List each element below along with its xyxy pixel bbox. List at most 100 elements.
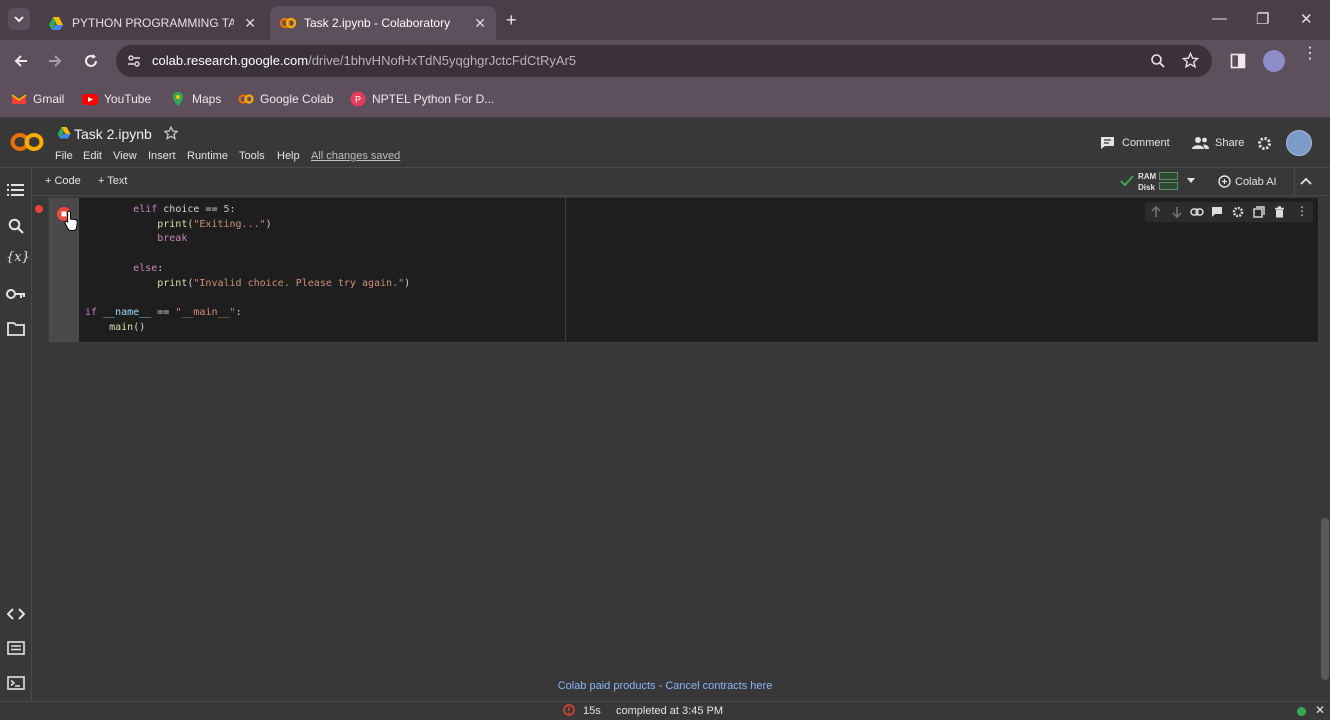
share-button[interactable]: Share [1192,136,1244,149]
resource-labels[interactable]: RAM Disk [1138,171,1156,193]
code-snippets-icon[interactable] [7,608,25,620]
cell-error-indicator [35,205,43,213]
youtube-icon [82,94,98,105]
comment-button[interactable]: Comment [1100,136,1170,150]
browser-menu-icon[interactable]: ⋮ [1302,46,1318,62]
tab-close-icon[interactable]: ✕ [474,15,486,32]
nptel-icon: P [350,91,366,107]
paid-products-link[interactable]: Colab paid products [558,680,656,692]
files-folder-icon[interactable] [7,321,25,336]
search-icon[interactable] [8,218,24,234]
cell-gutter [49,198,79,342]
reload-icon[interactable] [82,52,100,70]
comment-cell-icon[interactable] [1211,206,1223,218]
menu-edit[interactable]: Edit [83,150,102,162]
close-window-icon[interactable]: ✕ [1300,10,1313,28]
footer-separator: - [655,680,666,692]
tab-search-button[interactable] [8,8,30,30]
menu-runtime[interactable]: Runtime [187,150,228,162]
colab-favicon-icon [280,17,296,29]
error-circle-icon [563,704,575,716]
code-cell[interactable]: elif choice == 5: print("Exiting...") br… [48,197,1319,343]
star-icon[interactable] [164,126,178,140]
saved-status[interactable]: All changes saved [311,150,400,162]
bookmark-gmail[interactable]: Gmail [11,91,64,107]
zoom-icon[interactable] [1150,53,1166,69]
tab-close-icon[interactable]: ✕ [244,15,256,32]
menu-tools[interactable]: Tools [239,150,265,162]
notebook-scrollbar[interactable] [1321,518,1329,680]
status-bar: 15s completed at 3:45 PM ✕ [0,701,1330,720]
settings-gear-icon[interactable] [1257,136,1272,151]
menu-view[interactable]: View [113,150,137,162]
move-up-icon[interactable] [1151,206,1161,218]
bookmark-maps[interactable]: Maps [170,91,221,107]
side-panel-icon[interactable] [1230,53,1246,69]
chevron-down-icon [14,16,24,23]
link-icon[interactable] [1190,207,1204,217]
execution-duration[interactable]: 15s [583,705,601,717]
bookmarks-bar: Gmail YouTube Maps Google Colab P NPTEL … [0,82,1330,118]
menu-help[interactable]: Help [277,150,300,162]
bookmark-label: Google Colab [260,92,334,106]
variables-icon[interactable]: {x} [6,250,30,265]
more-actions-icon[interactable]: ⋮ [1296,204,1308,218]
url-path: /drive/1bhvHNofHxTdN5yqghgrJctcFdCtRyAr5 [308,53,577,68]
runtime-dropdown-icon[interactable] [1186,176,1196,184]
new-tab-button[interactable]: + [506,10,517,31]
url-text: colab.research.google.com/drive/1bhvHNof… [152,53,576,68]
maps-icon [173,92,183,106]
site-settings-icon[interactable] [126,53,142,69]
move-down-icon[interactable] [1172,206,1182,218]
browser-toolbar: colab.research.google.com/drive/1bhvHNof… [0,40,1330,82]
bookmark-nptel[interactable]: P NPTEL Python For D... [350,91,494,107]
colab-ai-icon [1218,175,1231,188]
restore-icon[interactable]: ❐ [1256,10,1269,28]
profile-avatar[interactable] [1263,50,1285,72]
people-icon [1192,137,1209,149]
minimize-icon[interactable]: — [1212,10,1227,27]
menu-file[interactable]: File [55,150,73,162]
google-drive-icon [49,17,63,30]
ram-label: RAM [1138,172,1157,181]
url-host: colab.research.google.com [152,53,309,68]
forward-icon[interactable] [46,52,64,70]
notebook-title[interactable]: Task 2.ipynb [74,126,152,142]
command-palette-icon[interactable] [7,641,25,655]
cell-settings-gear-icon[interactable] [1232,206,1244,218]
bookmark-label: YouTube [104,92,152,106]
footer-links: Colab paid products - Cancel contracts h… [0,680,1330,692]
completed-status[interactable]: completed at 3:45 PM [616,705,723,717]
connection-status-dot [1297,707,1306,716]
code-editor[interactable]: elif choice == 5: print("Exiting...") br… [85,203,410,335]
collapse-header-icon[interactable] [1300,177,1312,185]
close-status-icon[interactable]: ✕ [1315,703,1325,717]
tab-colaboratory[interactable]: Task 2.ipynb - Colaboratory ✕ [270,6,496,40]
toolbar-divider [1294,168,1295,196]
add-code-cell-button[interactable]: + Code [45,175,81,187]
bookmark-label: Gmail [33,92,65,106]
ram-usage-bar [1159,172,1178,180]
table-of-contents-icon[interactable] [7,183,25,197]
menu-insert[interactable]: Insert [148,150,176,162]
bookmark-google-colab[interactable]: Google Colab [238,91,333,107]
tab-python-programming-task[interactable]: PYTHON PROGRAMMING TASK ✕ [38,6,266,40]
mouse-cursor-icon [64,210,80,232]
back-icon[interactable] [12,52,30,70]
comment-label: Comment [1122,137,1170,149]
bookmark-star-icon[interactable] [1182,52,1199,69]
bookmark-youtube[interactable]: YouTube [82,91,151,107]
add-text-cell-button[interactable]: + Text [98,175,127,187]
colab-logo[interactable] [10,130,44,154]
delete-icon[interactable] [1274,206,1285,218]
colab-ai-label: Colab AI [1235,175,1277,188]
user-avatar[interactable] [1286,130,1312,156]
tab-title: Task 2.ipynb - Colaboratory [304,16,451,30]
colab-ai-button[interactable]: Colab AI [1218,175,1277,188]
cancel-contracts-link[interactable]: Cancel contracts here [665,680,772,692]
address-bar[interactable]: colab.research.google.com/drive/1bhvHNof… [116,45,1212,77]
tab-title: PYTHON PROGRAMMING TASK [72,16,234,30]
disk-usage-bar [1159,182,1178,190]
mirror-cell-icon[interactable] [1253,206,1265,218]
secrets-key-icon[interactable] [6,288,26,300]
